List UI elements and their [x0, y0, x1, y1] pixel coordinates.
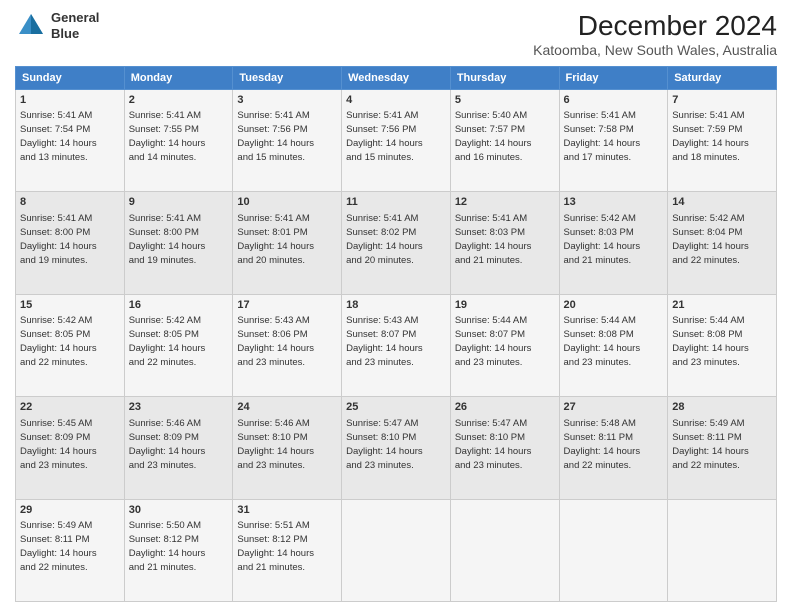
table-row: 28 Sunrise: 5:49 AMSunset: 8:11 PMDaylig…: [668, 397, 777, 499]
col-sunday: Sunday: [16, 67, 125, 90]
table-row: 29 Sunrise: 5:49 AMSunset: 8:11 PMDaylig…: [16, 499, 125, 601]
col-monday: Monday: [124, 67, 233, 90]
col-tuesday: Tuesday: [233, 67, 342, 90]
col-thursday: Thursday: [450, 67, 559, 90]
main-title: December 2024: [533, 10, 777, 42]
table-row: 11 Sunrise: 5:41 AMSunset: 8:02 PMDaylig…: [342, 192, 451, 294]
table-row: 26 Sunrise: 5:47 AMSunset: 8:10 PMDaylig…: [450, 397, 559, 499]
table-row: 30 Sunrise: 5:50 AMSunset: 8:12 PMDaylig…: [124, 499, 233, 601]
subtitle: Katoomba, New South Wales, Australia: [533, 42, 777, 58]
table-row: 15 Sunrise: 5:42 AMSunset: 8:05 PMDaylig…: [16, 294, 125, 396]
table-row: 17 Sunrise: 5:43 AMSunset: 8:06 PMDaylig…: [233, 294, 342, 396]
table-row: 6 Sunrise: 5:41 AMSunset: 7:58 PMDayligh…: [559, 90, 668, 192]
table-row: 19 Sunrise: 5:44 AMSunset: 8:07 PMDaylig…: [450, 294, 559, 396]
table-row: 23 Sunrise: 5:46 AMSunset: 8:09 PMDaylig…: [124, 397, 233, 499]
table-row: 21 Sunrise: 5:44 AMSunset: 8:08 PMDaylig…: [668, 294, 777, 396]
calendar-table: Sunday Monday Tuesday Wednesday Thursday…: [15, 66, 777, 602]
table-row: 20 Sunrise: 5:44 AMSunset: 8:08 PMDaylig…: [559, 294, 668, 396]
calendar-week-row: 22 Sunrise: 5:45 AMSunset: 8:09 PMDaylig…: [16, 397, 777, 499]
calendar-week-row: 29 Sunrise: 5:49 AMSunset: 8:11 PMDaylig…: [16, 499, 777, 601]
table-row: 1 Sunrise: 5:41 AMSunset: 7:54 PMDayligh…: [16, 90, 125, 192]
table-row: 2 Sunrise: 5:41 AMSunset: 7:55 PMDayligh…: [124, 90, 233, 192]
table-row: 7 Sunrise: 5:41 AMSunset: 7:59 PMDayligh…: [668, 90, 777, 192]
calendar-week-row: 1 Sunrise: 5:41 AMSunset: 7:54 PMDayligh…: [16, 90, 777, 192]
col-saturday: Saturday: [668, 67, 777, 90]
table-row: 5 Sunrise: 5:40 AMSunset: 7:57 PMDayligh…: [450, 90, 559, 192]
table-row: 24 Sunrise: 5:46 AMSunset: 8:10 PMDaylig…: [233, 397, 342, 499]
table-row: 10 Sunrise: 5:41 AMSunset: 8:01 PMDaylig…: [233, 192, 342, 294]
table-row: 8 Sunrise: 5:41 AMSunset: 8:00 PMDayligh…: [16, 192, 125, 294]
logo: General Blue: [15, 10, 99, 42]
col-friday: Friday: [559, 67, 668, 90]
table-row: 16 Sunrise: 5:42 AMSunset: 8:05 PMDaylig…: [124, 294, 233, 396]
table-row: 22 Sunrise: 5:45 AMSunset: 8:09 PMDaylig…: [16, 397, 125, 499]
title-block: December 2024 Katoomba, New South Wales,…: [533, 10, 777, 58]
table-row: 3 Sunrise: 5:41 AMSunset: 7:56 PMDayligh…: [233, 90, 342, 192]
table-row: 4 Sunrise: 5:41 AMSunset: 7:56 PMDayligh…: [342, 90, 451, 192]
table-row: 18 Sunrise: 5:43 AMSunset: 8:07 PMDaylig…: [342, 294, 451, 396]
table-row: 31 Sunrise: 5:51 AMSunset: 8:12 PMDaylig…: [233, 499, 342, 601]
empty-cell: [668, 499, 777, 601]
empty-cell: [342, 499, 451, 601]
table-row: 25 Sunrise: 5:47 AMSunset: 8:10 PMDaylig…: [342, 397, 451, 499]
calendar-header-row: Sunday Monday Tuesday Wednesday Thursday…: [16, 67, 777, 90]
page: General Blue December 2024 Katoomba, New…: [0, 0, 792, 612]
table-row: 14 Sunrise: 5:42 AMSunset: 8:04 PMDaylig…: [668, 192, 777, 294]
header: General Blue December 2024 Katoomba, New…: [15, 10, 777, 58]
table-row: 13 Sunrise: 5:42 AMSunset: 8:03 PMDaylig…: [559, 192, 668, 294]
empty-cell: [559, 499, 668, 601]
logo-icon: [15, 10, 47, 42]
col-wednesday: Wednesday: [342, 67, 451, 90]
table-row: 9 Sunrise: 5:41 AMSunset: 8:00 PMDayligh…: [124, 192, 233, 294]
calendar-week-row: 8 Sunrise: 5:41 AMSunset: 8:00 PMDayligh…: [16, 192, 777, 294]
empty-cell: [450, 499, 559, 601]
table-row: 27 Sunrise: 5:48 AMSunset: 8:11 PMDaylig…: [559, 397, 668, 499]
logo-text: General Blue: [51, 10, 99, 41]
calendar-week-row: 15 Sunrise: 5:42 AMSunset: 8:05 PMDaylig…: [16, 294, 777, 396]
table-row: 12 Sunrise: 5:41 AMSunset: 8:03 PMDaylig…: [450, 192, 559, 294]
